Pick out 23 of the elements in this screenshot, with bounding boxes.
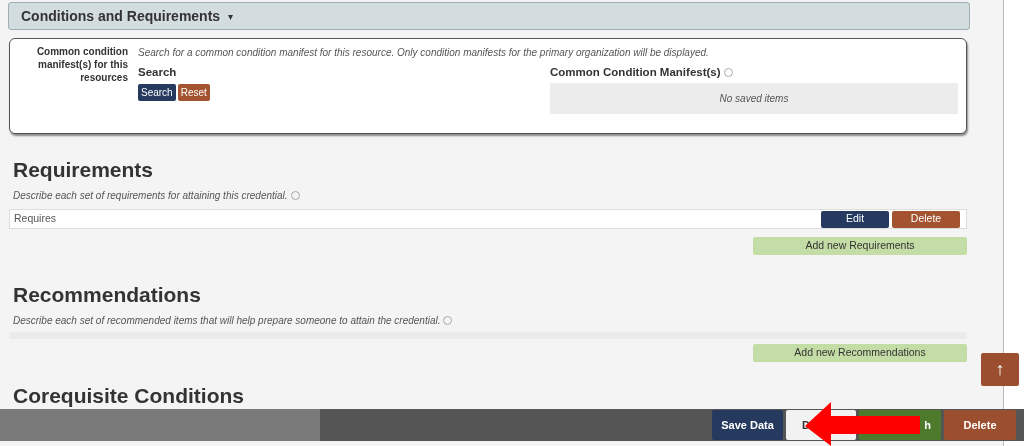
section-heading: Recommendations <box>13 282 202 308</box>
add-recommendations-button[interactable]: Add new Recommendations <box>753 344 967 362</box>
list-title: Common Condition Manifest(s) <box>550 65 721 80</box>
save-button[interactable]: Save Data <box>712 410 783 440</box>
hint-text: Search for a common condition manifest for this resource. Only condition manifests for the primary organization will be displayed. <box>138 46 710 60</box>
delete-button[interactable]: Delete <box>892 210 960 228</box>
section-title: Conditions and Requirements <box>21 6 221 26</box>
search-title: Search <box>138 65 178 80</box>
field-label: Common condition manifest(s) for this resources <box>35 45 129 85</box>
section-heading: Corequisite Conditions <box>13 383 245 409</box>
reset-button[interactable]: Reset <box>177 84 210 102</box>
scroll-top-button[interactable]: ↑ <box>981 353 1019 386</box>
empty-text: No saved items <box>719 92 789 107</box>
add-requirements-button[interactable]: Add new Requirements <box>753 237 967 255</box>
caret-icon: ▾ <box>228 8 234 24</box>
description-text: Describe each set of recommended items that will help prepare someone to attain the credential. <box>13 314 441 328</box>
edit-button[interactable]: Edit <box>821 210 889 228</box>
section-header[interactable]: Conditions and Requirements ▾ <box>8 2 970 30</box>
delete-button[interactable]: Delete <box>944 410 1016 440</box>
description-text: Describe each set of requirements for attaining this credential. <box>13 189 288 203</box>
row-label: Requires <box>14 211 58 227</box>
section-heading: Requirements <box>13 157 155 183</box>
search-button[interactable]: Search <box>138 84 176 102</box>
